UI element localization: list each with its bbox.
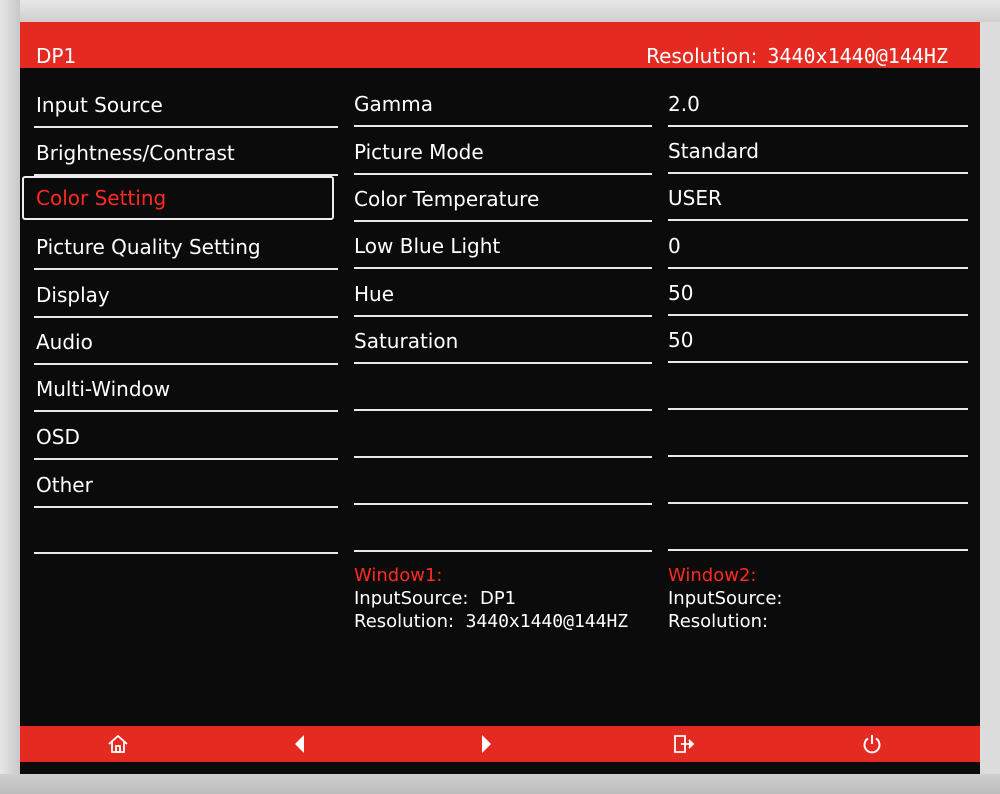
window1-title: Window1:	[354, 565, 443, 586]
value-picture-mode[interactable]: Standard	[668, 128, 968, 174]
arrow-right-icon[interactable]	[466, 726, 506, 762]
header-resolution: Resolution: 3440x1440@144HZ	[646, 44, 948, 68]
setting-empty-row	[354, 365, 652, 411]
setting-picture-mode[interactable]: Picture Mode	[354, 129, 652, 175]
window2-resolution: Resolution:	[668, 610, 783, 633]
input-source-label: DP1	[36, 44, 77, 68]
setting-gamma[interactable]: Gamma	[354, 81, 652, 127]
header-resolution-label: Resolution:	[646, 44, 758, 68]
power-icon[interactable]	[852, 726, 892, 762]
menu-item-osd[interactable]: OSD	[34, 414, 338, 460]
menu-item-color-setting[interactable]: Color Setting	[22, 176, 334, 220]
window1-input-value: DP1	[479, 588, 517, 609]
value-hue[interactable]: 50	[668, 270, 968, 316]
menu-item-multi-window[interactable]: Multi-Window	[34, 366, 338, 412]
window2-input-source: InputSource:	[668, 587, 783, 610]
window2-resolution-label: Resolution:	[668, 611, 769, 632]
menu-item-other[interactable]: Other	[34, 462, 338, 508]
menu-item-display[interactable]: Display	[34, 272, 338, 318]
window2-info: Window2: InputSource: Resolution:	[668, 564, 783, 633]
setting-hue[interactable]: Hue	[354, 271, 652, 317]
osd-menu: DP1 Resolution: 3440x1440@144HZ Input Sou…	[20, 22, 980, 774]
value-color-temperature[interactable]: USER	[668, 175, 968, 221]
osd-header: DP1 Resolution: 3440x1440@144HZ	[20, 22, 980, 68]
monitor-bezel-bottom	[0, 774, 1000, 794]
header-resolution-value: 3440x1440@144HZ	[767, 44, 948, 68]
setting-saturation[interactable]: Saturation	[354, 318, 652, 364]
menu-item-picture-quality-setting[interactable]: Picture Quality Setting	[34, 224, 338, 270]
window1-input-label: InputSource:	[354, 588, 469, 609]
setting-empty-row	[354, 412, 652, 458]
monitor-bezel-left	[0, 0, 20, 794]
value-gamma[interactable]: 2.0	[668, 81, 968, 127]
value-empty-row	[668, 364, 968, 410]
setting-empty-row	[354, 506, 652, 552]
arrow-left-icon[interactable]	[280, 726, 320, 762]
menu-item-input-source[interactable]: Input Source	[34, 82, 338, 128]
value-saturation[interactable]: 50	[668, 317, 968, 363]
osd-footer	[20, 726, 980, 762]
setting-low-blue-light[interactable]: Low Blue Light	[354, 223, 652, 269]
menu-item-brightness-contrast[interactable]: Brightness/Contrast	[34, 130, 338, 176]
setting-color-temperature[interactable]: Color Temperature	[354, 176, 652, 222]
menu-item-audio[interactable]: Audio	[34, 319, 338, 365]
window2-input-label: InputSource:	[668, 588, 783, 609]
window1-info: Window1: InputSource: DP1 Resolution: 34…	[354, 564, 628, 633]
window2-title: Window2:	[668, 565, 757, 586]
window1-resolution-label: Resolution:	[354, 611, 455, 632]
setting-empty-row	[354, 459, 652, 505]
exit-icon[interactable]	[664, 726, 704, 762]
window1-input-source: InputSource: DP1	[354, 587, 628, 610]
value-empty-row	[668, 458, 968, 504]
menu-item-empty	[34, 508, 338, 554]
value-empty-row	[668, 505, 968, 551]
monitor-bezel-top	[0, 0, 1000, 22]
value-low-blue-light[interactable]: 0	[668, 223, 968, 269]
window1-resolution-value: 3440x1440@144HZ	[465, 611, 629, 632]
window1-resolution: Resolution: 3440x1440@144HZ	[354, 610, 628, 633]
home-icon[interactable]	[98, 726, 138, 762]
value-empty-row	[668, 411, 968, 457]
